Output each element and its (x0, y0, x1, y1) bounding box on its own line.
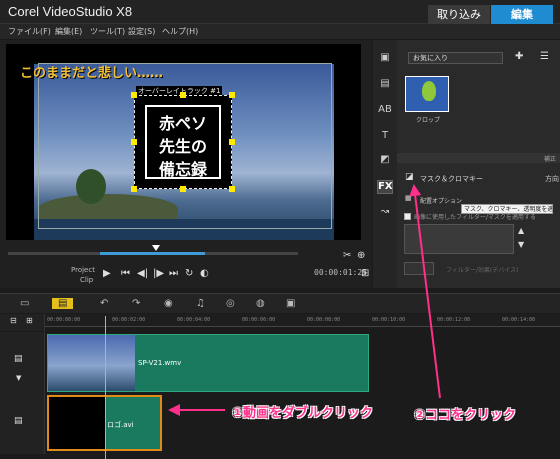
annotation-step2: ②ココをクリック (414, 408, 517, 423)
arrow-step2 (409, 184, 441, 399)
annotation-arrows (168, 184, 441, 416)
annotation-step1: ①動画をダブルクリック (232, 406, 374, 421)
